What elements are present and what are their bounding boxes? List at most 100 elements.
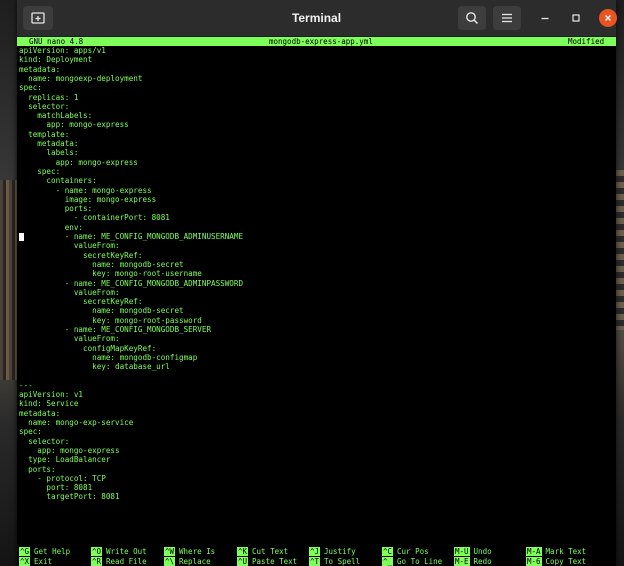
nano-header-bar: GNU nano 4.8 mongodb-express-app.yml Mod… [17,37,616,46]
shortcut-justify[interactable]: ^J Justify [309,547,356,557]
search-button[interactable] [458,6,486,30]
shortcut-paste-text[interactable]: ^U Paste Text [237,556,297,566]
code-line: targetPort: 8081 [19,492,120,502]
code-line: metadata: [19,408,61,418]
code-line: - containerPort: 8081 [19,213,170,223]
shortcut-key: ^T [309,556,321,566]
search-icon [466,12,479,25]
minimize-icon [541,17,549,20]
shortcut-key: M-6 [526,556,542,566]
file-name: mongodb-express-app.yml [269,37,373,46]
shortcut-key: ^\ [164,556,176,566]
code-line: app: mongo-express [19,157,138,167]
shortcut-to-spell[interactable]: ^T To Spell [309,556,361,566]
code-line: --- [19,380,33,390]
shortcut-undo[interactable]: M-U Undo [454,547,492,557]
code-line: kind: Deployment [19,55,93,65]
shortcut-label: To Spell [324,556,361,566]
shortcut-key: ^U [237,556,249,566]
shortcut-label: Redo [473,556,492,566]
code-line: key: mongo-root-username [19,269,202,279]
hamburger-menu-icon [502,13,512,23]
code-line: metadata: [19,139,79,148]
code-line: - name: ME_CONFIG_MONGODB_SERVER [19,325,212,334]
shortcut-label: Go To Line [397,556,443,566]
shortcut-key: ^G [19,547,31,556]
code-line: spec: [19,166,61,176]
shortcut-label: Copy Text [545,556,587,566]
code-line: valueFrom: [19,334,120,344]
shortcut-key: ^C [382,547,394,556]
shortcut-label: Justify [324,547,356,556]
code-line: replicas: 1 [19,92,79,102]
code-line: selector: [19,101,70,111]
shortcut-cur-pos[interactable]: ^C Cur Pos [382,547,429,557]
code-line: spec: [19,427,42,437]
maximize-button[interactable] [567,9,585,27]
shortcut-copy-text[interactable]: M-6 Copy Text [526,556,587,566]
code-line: kind: Service [19,399,79,409]
menu-button[interactable] [493,6,521,30]
shortcut-mark-text[interactable]: M-A Mark Text [526,547,586,557]
code-line: valueFrom: [19,241,120,251]
shortcut-key: ^O [91,547,103,556]
code-line: template: [19,129,70,139]
close-icon [605,15,611,21]
code-line: matchLabels: [19,111,93,121]
shortcut-replace[interactable]: ^\ Replace [164,556,211,566]
shortcut-label: Read File [106,556,147,566]
code-line: port: 8081 [19,483,93,493]
new-tab-icon [31,12,45,24]
code-line: selector: [19,436,70,446]
code-line: key: database_url [19,362,170,372]
code-line: name: mongodb-configmap [19,352,198,362]
close-button[interactable] [599,9,617,27]
code-line: containers: [19,176,97,186]
shortcut-label: Undo [473,547,492,556]
minimize-button[interactable] [536,9,554,27]
modified-status: Modified [568,37,605,46]
code-line: configMapKeyRef: [19,343,157,353]
code-line: metadata: [19,64,61,74]
code-line: name: mongodb-secret [19,306,184,316]
maximize-icon [572,14,580,22]
shortcut-key: M-A [526,547,542,556]
shortcut-label: Mark Text [545,547,587,556]
shortcut-label: Cut Text [252,547,289,556]
shortcut-where-is[interactable]: ^W Where Is [164,547,215,557]
code-line: name: mongo-exp-service [19,418,134,427]
code-line: image: mongo-express [19,194,157,204]
code-line: - name: mongo-express [19,185,152,195]
shortcut-key: ^W [164,547,176,556]
code-line: valueFrom: [19,287,120,297]
shortcut-label: Get Help [34,547,71,556]
code-line: labels: [19,148,79,158]
code-line: name: mongoexp-deployment [19,73,143,83]
shortcut-exit[interactable]: ^X Exit [19,556,52,566]
code-line: ports: [19,464,56,474]
code-line: - name: ME_CONFIG_MONGODB_ADMINUSERNAME [19,232,244,241]
shortcut-key: M-U [454,547,470,556]
shortcut-label: Where Is [179,547,216,556]
code-line: spec: [19,83,42,93]
code-line: secretKeyRef: [19,250,143,260]
code-line: app: mongo-express [19,120,129,130]
editor-area[interactable]: apiVersion: apps/v1 kind: Deployment metad… [17,46,616,544]
shortcut-get-help[interactable]: ^G Get Help [19,547,70,557]
shortcut-label: Replace [179,556,211,566]
shortcut-label: Cur Pos [397,547,429,556]
shortcut-go-to-line[interactable]: ^_ Go To Line [382,556,443,566]
code-line: ports: [19,204,93,214]
code-line: app: mongo-express [19,445,120,455]
shortcut-key: M-E [454,556,470,566]
new-tab-button[interactable] [23,6,53,30]
code-line: apiVersion: v1 [19,390,84,400]
shortcut-bar: ^G Get Help ^O Write Out ^W Where Is ^K Cut Tex… [17,547,616,566]
shortcut-redo[interactable]: M-E Redo [454,556,492,566]
shortcut-key: ^R [91,556,103,566]
terminal-window: Terminal GNU nano 4.8 mongodb-express-ap… [17,0,617,566]
shortcut-key: ^X [19,556,31,566]
shortcut-read-file[interactable]: ^R Read File [91,556,147,566]
shortcut-write-out[interactable]: ^O Write Out [91,547,147,557]
shortcut-cut-text[interactable]: ^K Cut Text [237,547,288,557]
